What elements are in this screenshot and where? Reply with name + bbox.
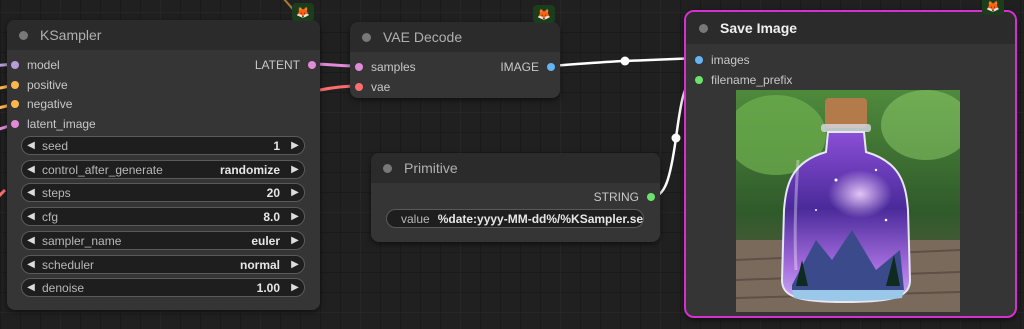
- node-title: KSampler: [40, 27, 102, 43]
- widget-value-text[interactable]: value %date:yyyy-MM-dd%/%KSampler.se: [386, 209, 644, 228]
- widget-label: control_after_generate: [42, 162, 163, 177]
- input-slot-vae[interactable]: vae: [355, 80, 390, 94]
- input-slot-samples[interactable]: samples: [355, 60, 416, 74]
- widget-value: %date:yyyy-MM-dd%/%KSampler.se: [437, 211, 643, 226]
- ksampler-title-bar[interactable]: KSampler: [7, 20, 320, 50]
- decrement-arrow-icon[interactable]: ◀: [22, 282, 40, 293]
- input-slot-negative[interactable]: negative: [11, 97, 72, 111]
- slot-label: positive: [27, 78, 68, 92]
- widget-label: value: [401, 211, 430, 226]
- slot-label: negative: [27, 97, 73, 111]
- string-socket-icon[interactable]: [695, 76, 703, 84]
- collapse-dot-icon[interactable]: [362, 32, 371, 42]
- output-slot-latent[interactable]: LATENT: [255, 58, 316, 72]
- slot-label: samples: [371, 60, 416, 74]
- link-midpoint-image: [620, 56, 630, 66]
- latent-socket-icon[interactable]: [355, 63, 363, 71]
- node-title: Save Image: [720, 20, 798, 36]
- collapse-dot-icon[interactable]: [383, 163, 392, 173]
- conditioning-socket-icon[interactable]: [11, 81, 19, 89]
- link-midpoint-string: [671, 133, 681, 143]
- widget-value: euler: [251, 233, 280, 248]
- increment-arrow-icon[interactable]: ▶: [286, 259, 304, 270]
- image-socket-icon[interactable]: [695, 56, 703, 64]
- widget-value: 1: [273, 138, 280, 153]
- widget-label: scheduler: [42, 257, 95, 272]
- save-image-title-bar[interactable]: Save Image: [686, 12, 1015, 44]
- vae-decode-node[interactable]: VAE Decode samples vae IMAGE: [350, 22, 560, 98]
- increment-arrow-icon[interactable]: ▶: [286, 187, 304, 198]
- widget-value: 1.00: [256, 280, 280, 295]
- slot-label: vae: [371, 80, 391, 94]
- primitive-title-bar[interactable]: Primitive: [371, 153, 660, 183]
- slot-label: LATENT: [254, 58, 300, 72]
- increment-arrow-icon[interactable]: ▶: [286, 211, 304, 222]
- node-title: VAE Decode: [383, 29, 463, 45]
- output-slot-image[interactable]: IMAGE: [500, 60, 555, 74]
- slot-label: images: [711, 53, 750, 67]
- widget-value: randomize: [219, 162, 280, 177]
- decrement-arrow-icon[interactable]: ◀: [22, 140, 40, 151]
- input-slot-latent-image[interactable]: latent_image: [11, 117, 96, 131]
- slot-label: STRING: [593, 190, 639, 204]
- widget-cfg[interactable]: ◀ cfg 8.0 ▶: [21, 207, 305, 226]
- link-extra-in: [0, 188, 7, 198]
- slot-label: model: [27, 58, 60, 72]
- input-slot-positive[interactable]: positive: [11, 78, 68, 92]
- increment-arrow-icon[interactable]: ▶: [286, 140, 304, 151]
- save-image-node[interactable]: Save Image images filename_prefix: [684, 10, 1017, 318]
- primitive-node[interactable]: Primitive STRING value %date:yyyy-MM-dd%…: [371, 153, 660, 242]
- conditioning-socket-icon[interactable]: [11, 100, 19, 108]
- slot-label: filename_prefix: [711, 73, 793, 87]
- preview-image[interactable]: [736, 90, 960, 312]
- widget-value: 8.0: [263, 209, 280, 224]
- model-socket-icon[interactable]: [11, 61, 19, 69]
- slot-label: latent_image: [27, 117, 96, 131]
- widget-value: 20: [266, 185, 280, 200]
- widget-denoise[interactable]: ◀ denoise 1.00 ▶: [21, 278, 305, 297]
- widget-scheduler[interactable]: ◀ scheduler normal ▶: [21, 255, 305, 274]
- input-slot-model[interactable]: model: [11, 58, 60, 72]
- input-slot-images[interactable]: images: [695, 53, 750, 67]
- link-image-to-save: [549, 56, 699, 68]
- widget-steps[interactable]: ◀ steps 20 ▶: [21, 183, 305, 202]
- latent-socket-icon[interactable]: [11, 120, 19, 128]
- ksampler-node[interactable]: KSampler model positive negative latent_…: [7, 20, 320, 310]
- fox-icon: 🦊: [292, 3, 314, 21]
- image-socket-icon[interactable]: [547, 63, 555, 71]
- decrement-arrow-icon[interactable]: ◀: [22, 259, 40, 270]
- widget-label: sampler_name: [42, 233, 122, 248]
- slot-label: IMAGE: [500, 60, 539, 74]
- widget-control-after-generate[interactable]: ◀ control_after_generate randomize ▶: [21, 160, 305, 179]
- widget-label: denoise: [42, 280, 85, 295]
- decrement-arrow-icon[interactable]: ◀: [22, 187, 40, 198]
- fox-icon: 🦊: [533, 5, 555, 23]
- widget-label: cfg: [42, 209, 59, 224]
- input-slot-filename-prefix[interactable]: filename_prefix: [695, 73, 792, 87]
- widget-sampler-name[interactable]: ◀ sampler_name euler ▶: [21, 231, 305, 250]
- node-title: Primitive: [404, 160, 458, 176]
- widget-label: steps: [42, 185, 71, 200]
- latent-socket-icon[interactable]: [308, 61, 316, 69]
- increment-arrow-icon[interactable]: ▶: [286, 235, 304, 246]
- vae-socket-icon[interactable]: [355, 83, 363, 91]
- collapse-dot-icon[interactable]: [699, 23, 708, 33]
- vae-decode-title-bar[interactable]: VAE Decode: [350, 22, 560, 52]
- decrement-arrow-icon[interactable]: ◀: [22, 211, 40, 222]
- output-slot-string[interactable]: STRING: [594, 190, 655, 204]
- widget-value: normal: [239, 257, 280, 272]
- increment-arrow-icon[interactable]: ▶: [286, 282, 304, 293]
- collapse-dot-icon[interactable]: [19, 30, 28, 40]
- string-socket-icon[interactable]: [647, 193, 655, 201]
- fox-icon: 🦊: [982, 0, 1004, 15]
- widget-label: seed: [42, 138, 69, 153]
- increment-arrow-icon[interactable]: ▶: [286, 164, 304, 175]
- widget-seed[interactable]: ◀ seed 1 ▶: [21, 136, 305, 155]
- decrement-arrow-icon[interactable]: ◀: [22, 164, 40, 175]
- decrement-arrow-icon[interactable]: ◀: [22, 235, 40, 246]
